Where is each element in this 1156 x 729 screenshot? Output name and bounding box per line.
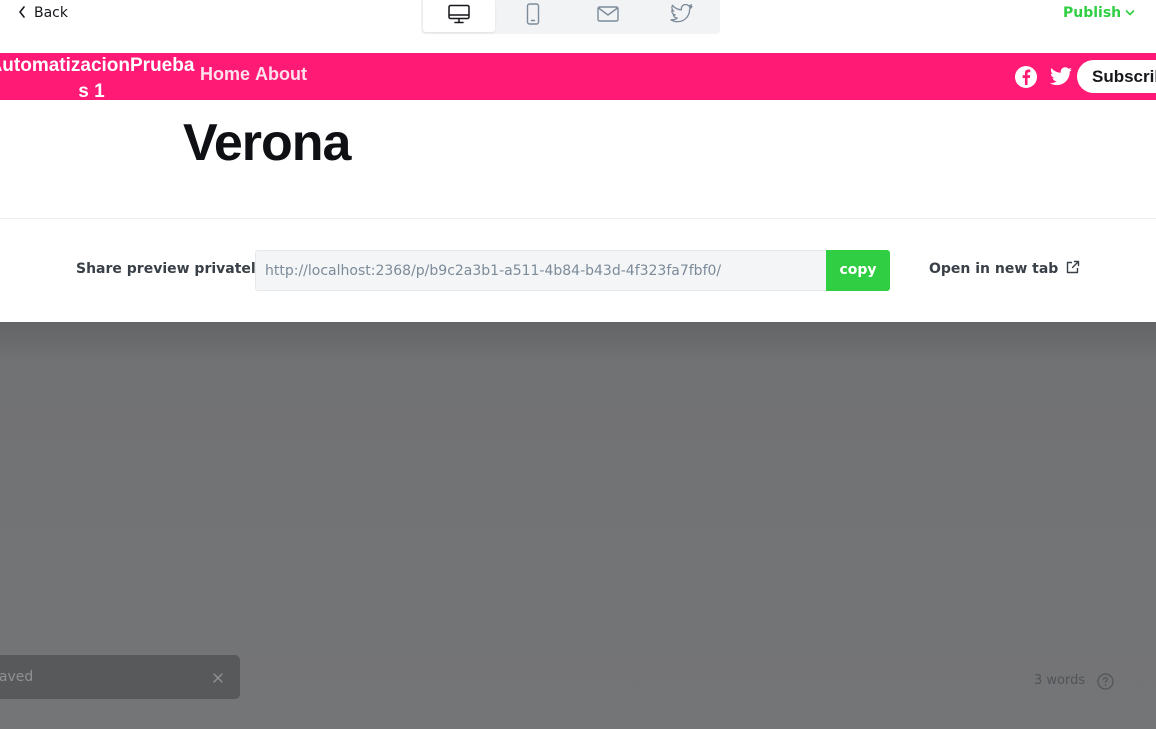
site-nav: Home About <box>200 64 307 85</box>
chevron-left-icon <box>18 5 26 21</box>
notification-text: Saved <box>0 669 34 685</box>
facebook-icon[interactable] <box>1015 66 1037 88</box>
mobile-preview-button[interactable] <box>498 0 570 32</box>
back-button[interactable]: Back <box>18 2 68 24</box>
preview-toolbar: Back Publish <box>0 0 1156 53</box>
saved-notification: Saved <box>0 655 240 699</box>
publish-button[interactable]: Publish <box>1063 2 1135 24</box>
post-preview-screen: Back Publish AutomatizacionPruebas 1 Hom… <box>0 0 1156 729</box>
site-title[interactable]: AutomatizacionPruebas 1 <box>0 53 195 105</box>
desktop-icon <box>448 4 470 28</box>
chevron-down-icon <box>1125 5 1135 21</box>
nav-link-home[interactable]: Home <box>200 64 250 85</box>
desktop-preview-button[interactable] <box>423 0 495 32</box>
open-in-new-tab-link[interactable]: Open in new tab <box>929 260 1080 278</box>
help-icon[interactable] <box>1097 673 1114 690</box>
nav-link-about[interactable]: About <box>255 64 307 85</box>
twitter-icon <box>670 3 694 28</box>
device-switcher <box>421 0 720 34</box>
copy-button[interactable]: copy <box>826 250 890 291</box>
share-preview-label: Share preview privately <box>76 261 265 277</box>
email-preview-button[interactable] <box>572 0 644 32</box>
site-header: AutomatizacionPruebas 1 Home About Subsc… <box>0 53 1156 102</box>
external-link-icon <box>1066 260 1080 278</box>
mobile-icon <box>526 3 540 29</box>
twitter-preview-button[interactable] <box>647 0 719 32</box>
word-count: 3 words <box>1034 673 1086 688</box>
twitter-icon[interactable] <box>1049 67 1073 87</box>
subscribe-button[interactable]: Subscribe <box>1077 60 1156 93</box>
back-label: Back <box>34 5 68 21</box>
share-url-input[interactable] <box>255 250 827 291</box>
divider <box>0 218 1156 219</box>
post-title: Verona <box>183 114 351 172</box>
close-icon[interactable] <box>211 670 225 684</box>
open-in-new-tab-label: Open in new tab <box>929 261 1059 277</box>
mail-icon <box>597 6 619 26</box>
publish-label: Publish <box>1063 5 1122 21</box>
